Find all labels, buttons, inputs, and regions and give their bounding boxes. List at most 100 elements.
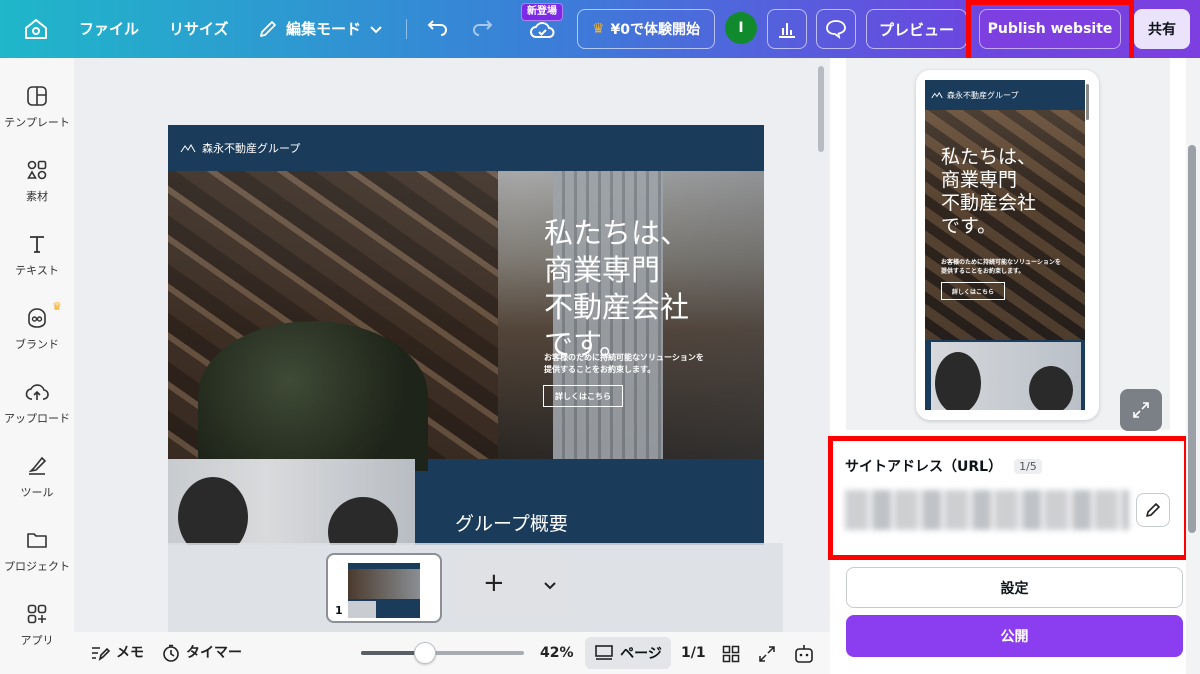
site-address-heading: サイトアドレス（URL） 1/5 bbox=[845, 456, 1042, 476]
about-heading[interactable]: グループ概要 bbox=[455, 509, 568, 536]
timer-button[interactable]: タイマー bbox=[162, 632, 242, 674]
company-name: 森永不動産グループ bbox=[202, 142, 301, 155]
company-name: 森永不動産グループ bbox=[947, 90, 1019, 100]
sidebar-item-brand[interactable]: ♛ ブランド bbox=[0, 300, 74, 352]
template-icon bbox=[27, 86, 47, 106]
sidebar-item-label: ブランド bbox=[15, 338, 59, 351]
preview-button[interactable]: プレビュー bbox=[866, 9, 967, 49]
timer-icon bbox=[163, 644, 179, 662]
sidebar-item-label: プロジェクト bbox=[4, 560, 70, 573]
tools-icon bbox=[28, 456, 47, 475]
assistant-icon[interactable] bbox=[793, 643, 815, 665]
edit-mode-dropdown[interactable]: 編集モード bbox=[258, 0, 383, 58]
hero-title[interactable]: 私たちは、 商業専門 不動産会社 です。 bbox=[544, 215, 689, 363]
free-trial-label: ¥0で体験開始 bbox=[610, 22, 701, 38]
fullscreen-icon[interactable] bbox=[758, 645, 776, 663]
sidebar-item-uploads[interactable]: アップロード bbox=[0, 380, 74, 426]
sidebar-item-tools[interactable]: ツール bbox=[0, 454, 74, 500]
hero-title-line: 商業専門 bbox=[544, 253, 661, 287]
avatar[interactable]: I bbox=[725, 12, 757, 44]
free-trial-button[interactable]: ♛ ¥0で体験開始 bbox=[577, 9, 715, 49]
mobile-site-header: 森永不動産グループ bbox=[925, 80, 1085, 110]
page-thumbnail[interactable]: 1 bbox=[326, 553, 442, 623]
logo-mountain-icon bbox=[180, 144, 196, 153]
add-page-button[interactable]: + bbox=[455, 554, 573, 620]
sidebar-item-elements[interactable]: 素材 bbox=[0, 158, 74, 204]
zoom-slider[interactable] bbox=[361, 651, 524, 655]
file-menu[interactable]: ファイル bbox=[79, 0, 139, 58]
plus-icon: + bbox=[483, 568, 505, 598]
resize-menu[interactable]: リサイズ bbox=[169, 0, 229, 58]
site-url-blurred bbox=[845, 490, 1129, 530]
person-image bbox=[328, 497, 398, 545]
person-image bbox=[1029, 366, 1073, 410]
home-icon[interactable] bbox=[22, 17, 50, 41]
mobile-preview-scrollbar[interactable] bbox=[1086, 84, 1089, 120]
pages-label: ページ bbox=[620, 646, 662, 662]
mobile-hero-title: 私たちは、 商業専門 不動産会社 です。 bbox=[941, 146, 1036, 238]
chevron-down-icon[interactable] bbox=[543, 578, 557, 592]
crown-icon: ♛ bbox=[52, 300, 62, 313]
sidebar-item-label: テキスト bbox=[15, 264, 59, 277]
timer-label: タイマー bbox=[186, 645, 242, 661]
design-page[interactable]: 森永不動産グループ 私たちは、 商業専門 不動産会社 です。 お客様のために持続… bbox=[168, 125, 764, 545]
sidebar-item-projects[interactable]: プロジェクト bbox=[0, 528, 74, 574]
canvas-scrollbar[interactable] bbox=[818, 66, 824, 152]
top-toolbar: ファイル リサイズ 編集モード 新登場 ♛ ¥0で体験開始 I プレビュー Pu… bbox=[0, 0, 1200, 63]
hero-title-line: 不動産会社 bbox=[941, 192, 1037, 214]
sidebar-item-templates[interactable]: テンプレート bbox=[0, 84, 74, 130]
undo-icon[interactable] bbox=[426, 17, 450, 41]
logo-mountain-icon bbox=[931, 91, 943, 99]
pages-icon bbox=[595, 645, 613, 660]
hero-cta-button[interactable]: 詳しくはこちら bbox=[543, 385, 623, 407]
hero-title-line: 商業専門 bbox=[941, 169, 1018, 191]
hero-title-line: 私たちは、 bbox=[544, 216, 690, 250]
folder-icon bbox=[27, 533, 47, 548]
left-sidebar: テンプレート 素材 テキスト ♛ ブランド アップロード ツール プロジェクト … bbox=[0, 58, 74, 674]
pencil-icon bbox=[1146, 503, 1160, 517]
pages-view-button[interactable]: ページ bbox=[585, 637, 671, 669]
sidebar-item-text[interactable]: テキスト bbox=[0, 232, 74, 278]
publish-button[interactable]: 公開 bbox=[846, 615, 1183, 657]
panel-scrollbar[interactable] bbox=[1188, 145, 1196, 533]
cloud-sync-icon[interactable] bbox=[529, 18, 555, 42]
zoom-percent[interactable]: 42% bbox=[540, 632, 574, 674]
comment-icon bbox=[826, 20, 846, 39]
highlight-box-publish bbox=[966, 0, 1134, 63]
hero-title-line: 不動産会社 bbox=[544, 290, 690, 324]
expand-preview-button[interactable] bbox=[1120, 389, 1162, 431]
about-photo[interactable] bbox=[168, 459, 415, 545]
comments-button[interactable] bbox=[816, 9, 856, 49]
mobile-hero-subtitle: お客様のために持続可能なソリューションを 提供することをお約束します。 bbox=[941, 259, 1061, 275]
share-button[interactable]: 共有 bbox=[1134, 9, 1190, 49]
upload-icon bbox=[25, 384, 49, 400]
notes-button[interactable]: メモ bbox=[90, 632, 144, 674]
url-count-badge: 1/5 bbox=[1014, 458, 1042, 474]
crown-icon: ♛ bbox=[591, 21, 605, 37]
notes-icon bbox=[92, 647, 110, 661]
elements-icon bbox=[27, 160, 47, 180]
zoom-slider-handle[interactable] bbox=[413, 642, 436, 664]
edit-mode-label: 編集モード bbox=[286, 20, 362, 38]
text-icon bbox=[30, 236, 44, 253]
hero-title-line: 私たちは、 bbox=[941, 146, 1037, 168]
settings-button[interactable]: 設定 bbox=[846, 567, 1183, 608]
apps-icon bbox=[27, 604, 47, 624]
hero-subtitle[interactable]: お客様のために持続可能なソリューションを 提供することをお約束します。 bbox=[544, 352, 724, 376]
grid-view-icon[interactable] bbox=[722, 645, 740, 663]
edit-url-button[interactable] bbox=[1136, 493, 1170, 527]
sidebar-item-label: アプリ bbox=[20, 634, 54, 647]
redo-icon[interactable] bbox=[470, 17, 494, 41]
mobile-hero-cta: 詳しくはこちら bbox=[941, 282, 1005, 300]
site-address-label: サイトアドレス（URL） bbox=[845, 459, 1003, 475]
hero-tree-image bbox=[198, 321, 428, 471]
site-header[interactable]: 森永不動産グループ bbox=[168, 125, 764, 171]
mobile-preview-screen[interactable]: 森永不動産グループ 私たちは、 商業専門 不動産会社 です。 お客様のために持続… bbox=[925, 80, 1085, 410]
page-number: 1 bbox=[335, 604, 343, 617]
sidebar-item-label: ツール bbox=[20, 486, 54, 499]
pencil-icon bbox=[260, 21, 276, 37]
sidebar-item-apps[interactable]: アプリ bbox=[0, 602, 74, 648]
insights-button[interactable] bbox=[767, 9, 807, 49]
mobile-about-photo bbox=[931, 342, 1081, 410]
chevron-down-icon bbox=[370, 26, 382, 34]
